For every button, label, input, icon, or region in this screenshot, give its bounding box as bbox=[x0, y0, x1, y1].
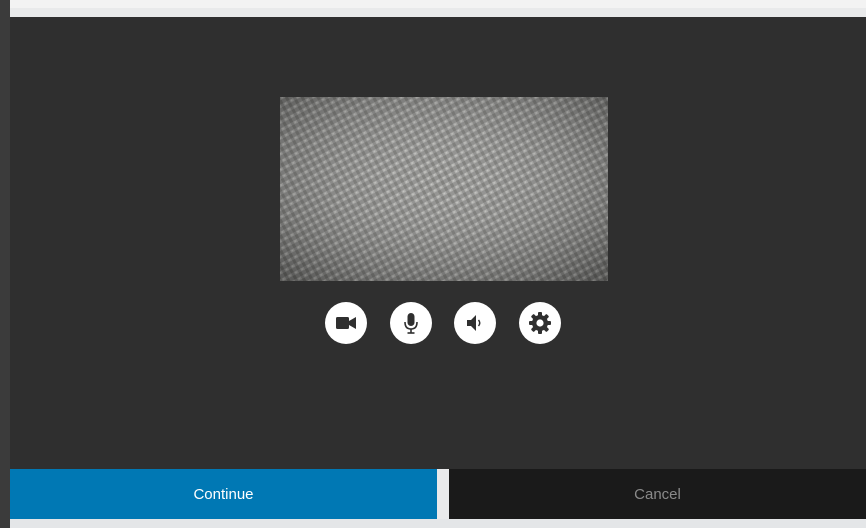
microphone-icon bbox=[404, 313, 418, 334]
continue-button[interactable]: Continue bbox=[10, 469, 437, 519]
cancel-button[interactable]: Cancel bbox=[449, 469, 866, 519]
speaker-toggle-button[interactable] bbox=[454, 302, 496, 344]
microphone-toggle-button[interactable] bbox=[390, 302, 432, 344]
video-camera-icon bbox=[336, 317, 356, 329]
camera-preview bbox=[280, 97, 608, 281]
dialog-actions: Continue Cancel bbox=[10, 469, 866, 519]
camera-toggle-button[interactable] bbox=[325, 302, 367, 344]
gear-icon bbox=[529, 312, 551, 334]
settings-button[interactable] bbox=[519, 302, 561, 344]
speaker-icon bbox=[467, 315, 481, 331]
top-bar bbox=[0, 0, 866, 8]
media-controls bbox=[0, 302, 866, 346]
left-edge bbox=[0, 0, 10, 528]
camera-preview-image bbox=[280, 97, 608, 281]
bottom-strip bbox=[10, 519, 866, 528]
device-setup-screen: Continue Cancel bbox=[0, 0, 866, 528]
